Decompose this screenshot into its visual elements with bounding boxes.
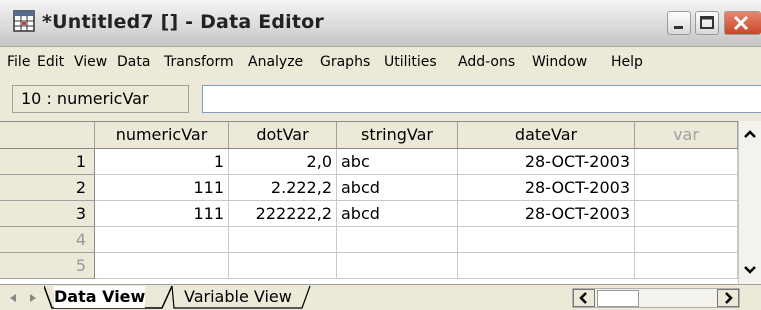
- title-bar[interactable]: *Untitled7 [] - Data Editor: [0, 0, 761, 47]
- grid-cell[interactable]: [95, 253, 229, 279]
- scroll-left-button[interactable]: [573, 289, 595, 307]
- row-header[interactable]: 2: [0, 175, 95, 201]
- menu-view[interactable]: View: [74, 54, 107, 70]
- menu-transform[interactable]: Transform: [164, 54, 234, 70]
- menu-window[interactable]: Window: [532, 54, 587, 70]
- scroll-down-button[interactable]: [740, 260, 760, 280]
- grid-cell[interactable]: 2.222,2: [229, 175, 337, 201]
- tab-prev-icon: [10, 294, 16, 302]
- grid-cell[interactable]: abcd: [337, 175, 458, 201]
- column-header-datevar[interactable]: dateVar: [458, 122, 635, 149]
- maximize-button[interactable]: [695, 11, 719, 35]
- data-grid: numericVar dotVar stringVar dateVar var …: [0, 121, 738, 285]
- arrow-left-icon: [579, 292, 587, 304]
- grid-cell[interactable]: 222222,2: [229, 201, 337, 227]
- grid-cell[interactable]: 1: [95, 149, 229, 175]
- grid-cell[interactable]: [635, 227, 738, 253]
- cell-value-input[interactable]: [202, 85, 761, 113]
- grid-cell[interactable]: 28-OCT-2003: [458, 149, 635, 175]
- grid-cell[interactable]: abc: [337, 149, 458, 175]
- menu-graphs[interactable]: Graphs: [320, 54, 370, 70]
- menu-utilities[interactable]: Utilities: [384, 54, 437, 70]
- grid-cell[interactable]: abcd: [337, 201, 458, 227]
- menu-bar: File Edit View Data Transform Analyze Gr…: [0, 47, 761, 77]
- cell-reference-bar: 10 : numericVar: [0, 80, 761, 118]
- arrow-up-icon: [744, 130, 756, 138]
- data-editor-window: *Untitled7 [] - Data Editor File Edit Vi…: [0, 0, 761, 310]
- tab-prev-button[interactable]: [5, 289, 21, 307]
- column-header-stringvar[interactable]: stringVar: [337, 122, 458, 149]
- tab-data-view[interactable]: Data View: [54, 286, 146, 308]
- grid-cell[interactable]: [337, 227, 458, 253]
- column-header-numericvar[interactable]: numericVar: [95, 122, 229, 149]
- grid-cell[interactable]: [635, 201, 738, 227]
- grid-cell[interactable]: [635, 149, 738, 175]
- close-button[interactable]: [724, 11, 761, 35]
- grid-cell[interactable]: [95, 227, 229, 253]
- minimize-icon: [674, 26, 683, 29]
- tab-next-button[interactable]: [25, 289, 41, 307]
- maximize-icon: [700, 16, 714, 29]
- arrow-right-icon: [725, 292, 733, 304]
- data-editor-grid-icon: [13, 10, 35, 32]
- grid-cell[interactable]: [337, 253, 458, 279]
- row-header[interactable]: 4: [0, 227, 95, 253]
- minimize-button[interactable]: [667, 11, 691, 35]
- grid-cell[interactable]: 111: [95, 201, 229, 227]
- tab-variable-view[interactable]: Variable View: [184, 286, 292, 308]
- grid-cell[interactable]: [458, 253, 635, 279]
- row-header[interactable]: 5: [0, 253, 95, 279]
- menu-file[interactable]: File: [7, 54, 30, 70]
- tab-next-icon: [30, 294, 36, 302]
- column-header-var[interactable]: var: [635, 122, 738, 149]
- horizontal-scroll-thumb[interactable]: [597, 290, 639, 307]
- grid-corner-cell[interactable]: [0, 122, 95, 149]
- grid-cell[interactable]: [635, 253, 738, 279]
- grid-cell[interactable]: [458, 227, 635, 253]
- window-title: *Untitled7 [] - Data Editor: [42, 11, 324, 33]
- column-header-dotvar[interactable]: dotVar: [229, 122, 337, 149]
- horizontal-scrollbar[interactable]: [572, 288, 740, 308]
- scroll-right-button[interactable]: [717, 289, 739, 307]
- vertical-scrollbar[interactable]: [738, 121, 761, 284]
- menu-add-ons[interactable]: Add-ons: [458, 54, 515, 70]
- grid-cell[interactable]: 111: [95, 175, 229, 201]
- menu-data[interactable]: Data: [117, 54, 150, 70]
- cell-reference-label: 10 : numericVar: [12, 85, 189, 113]
- row-header[interactable]: 1: [0, 149, 95, 175]
- arrow-down-icon: [744, 266, 756, 274]
- bottom-tab-bar: Data View Variable View: [0, 284, 761, 310]
- row-header[interactable]: 3: [0, 201, 95, 227]
- grid-cell[interactable]: 2,0: [229, 149, 337, 175]
- scroll-up-button[interactable]: [740, 124, 760, 144]
- menu-help[interactable]: Help: [611, 54, 643, 70]
- grid-cell[interactable]: [229, 227, 337, 253]
- menu-analyze[interactable]: Analyze: [248, 54, 303, 70]
- grid-cell[interactable]: [229, 253, 337, 279]
- grid-cell[interactable]: [635, 175, 738, 201]
- grid-cell[interactable]: 28-OCT-2003: [458, 175, 635, 201]
- menu-edit[interactable]: Edit: [37, 54, 64, 70]
- close-icon: [733, 15, 749, 31]
- grid-cell[interactable]: 28-OCT-2003: [458, 201, 635, 227]
